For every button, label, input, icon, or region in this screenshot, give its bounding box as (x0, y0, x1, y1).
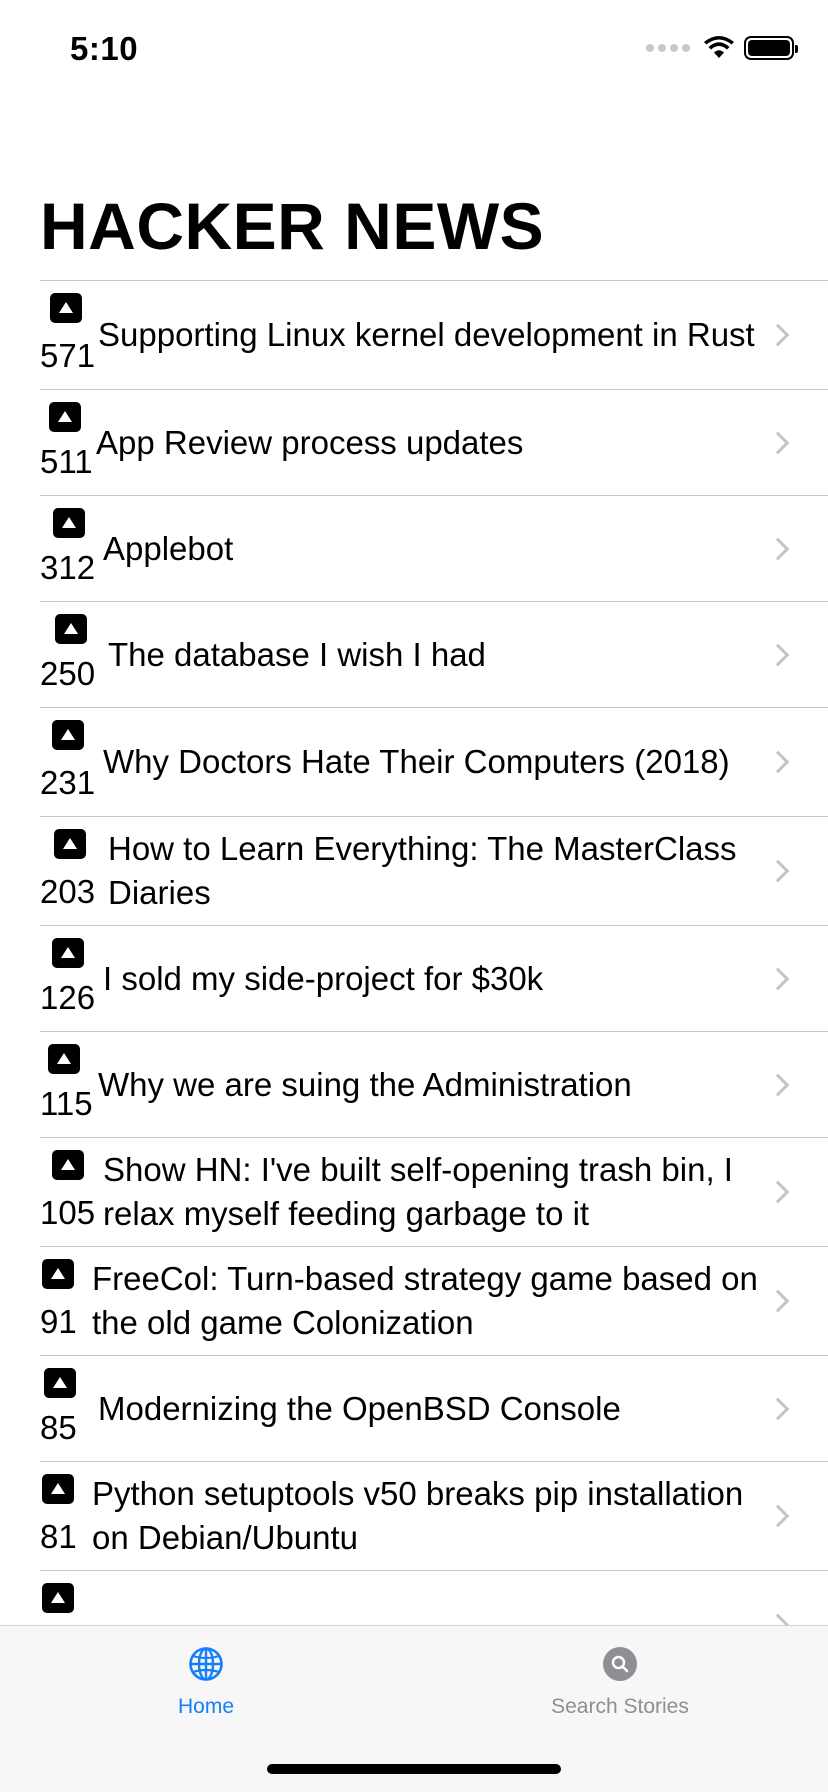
upvote-icon[interactable] (52, 1150, 84, 1180)
upvote-icon[interactable] (52, 938, 84, 968)
story-row[interactable]: 571 Supporting Linux kernel development … (40, 280, 828, 389)
score: 91 (40, 1303, 77, 1340)
story-title: I sold my side-project for $30k (103, 959, 544, 997)
score-column: 231 (40, 708, 103, 816)
upvote-icon[interactable] (42, 1259, 74, 1289)
score: 312 (40, 549, 96, 586)
score: 126 (40, 979, 96, 1016)
score: 81 (40, 1518, 77, 1555)
globe-icon (189, 1647, 223, 1681)
score: 250 (40, 655, 96, 692)
upvote-icon[interactable] (42, 1583, 74, 1613)
tab-home-label: Home (177, 1695, 235, 1718)
score: 511 (40, 443, 93, 480)
story-list: 571 Supporting Linux kernel development … (40, 280, 828, 1679)
upvote-icon[interactable] (52, 720, 84, 750)
upvote-icon[interactable] (53, 508, 85, 538)
story-title: The database I wish I had (108, 635, 486, 673)
story-title: App Review process updates (96, 423, 524, 461)
score: 115 (40, 1085, 93, 1122)
status-time: 5:10 (70, 30, 139, 67)
score-column: 203 (40, 817, 108, 925)
story-title: Supporting Linux kernel development in R… (98, 316, 755, 353)
story-row[interactable]: 85 Modernizing the OpenBSD Console (40, 1355, 828, 1461)
story-row[interactable]: 115 Why we are suing the Administration (40, 1031, 828, 1137)
score: 203 (40, 873, 96, 910)
story-title: How to Learn Everything: The MasterClass… (108, 830, 737, 911)
upvote-icon[interactable] (49, 402, 81, 432)
cellular-signal-icon (646, 44, 690, 52)
wifi-icon (704, 36, 734, 58)
home-indicator[interactable] (267, 1764, 561, 1774)
story-row[interactable]: 231 Why Doctors Hate Their Computers (20… (40, 707, 828, 816)
tab-search-label: Search Stories (551, 1695, 689, 1718)
score: 231 (40, 764, 96, 801)
score-column: 105 (40, 1138, 103, 1246)
score-column: 571 (40, 281, 98, 389)
page-title: HACKER NEWS (40, 189, 545, 263)
status-bar: 5:10 (0, 0, 828, 100)
upvote-icon[interactable] (44, 1368, 76, 1398)
status-indicators (646, 36, 798, 60)
tab-search-stories[interactable]: Search Stories (520, 1646, 720, 1719)
story-row[interactable]: 511 App Review process updates (40, 389, 828, 495)
story-title: Applebot (103, 529, 234, 567)
story-title: Show HN: I've built self-opening trash b… (103, 1151, 733, 1232)
story-row[interactable]: 105 Show HN: I've built self-opening tra… (40, 1137, 828, 1246)
score-column: 511 (40, 390, 96, 495)
battery-icon (744, 36, 798, 60)
story-title: Why Doctors Hate Their Computers (2018) (103, 743, 730, 780)
score-column: 312 (40, 496, 103, 601)
score: 571 (40, 337, 96, 374)
story-row[interactable]: 250 The database I wish I had (40, 601, 828, 707)
story-row[interactable]: 312 Applebot (40, 495, 828, 601)
story-row[interactable]: 126 I sold my side-project for $30k (40, 925, 828, 1031)
story-row[interactable]: 203 How to Learn Everything: The MasterC… (40, 816, 828, 925)
upvote-icon[interactable] (48, 1044, 80, 1074)
score-column: 115 (40, 1032, 98, 1137)
story-row[interactable]: 91 FreeCol: Turn-based strategy game bas… (40, 1246, 828, 1355)
score: 105 (40, 1194, 96, 1231)
score-column: 81 (40, 1462, 92, 1570)
score: 85 (40, 1409, 77, 1446)
tab-home[interactable]: Home (106, 1646, 306, 1719)
story-title: Modernizing the OpenBSD Console (98, 1389, 621, 1427)
score-column: 85 (40, 1356, 98, 1461)
story-title: FreeCol: Turn-based strategy game based … (92, 1260, 758, 1341)
story-row[interactable]: 81 Python setuptools v50 breaks pip inst… (40, 1461, 828, 1570)
upvote-icon[interactable] (50, 293, 82, 323)
upvote-icon[interactable] (54, 829, 86, 859)
score-column: 250 (40, 602, 108, 707)
search-icon (603, 1647, 637, 1681)
upvote-icon[interactable] (42, 1474, 74, 1504)
score-column: 126 (40, 926, 103, 1031)
story-title: Python setuptools v50 breaks pip install… (92, 1475, 744, 1556)
story-title: Why we are suing the Administration (98, 1065, 632, 1103)
score-column: 91 (40, 1247, 92, 1355)
upvote-icon[interactable] (55, 614, 87, 644)
